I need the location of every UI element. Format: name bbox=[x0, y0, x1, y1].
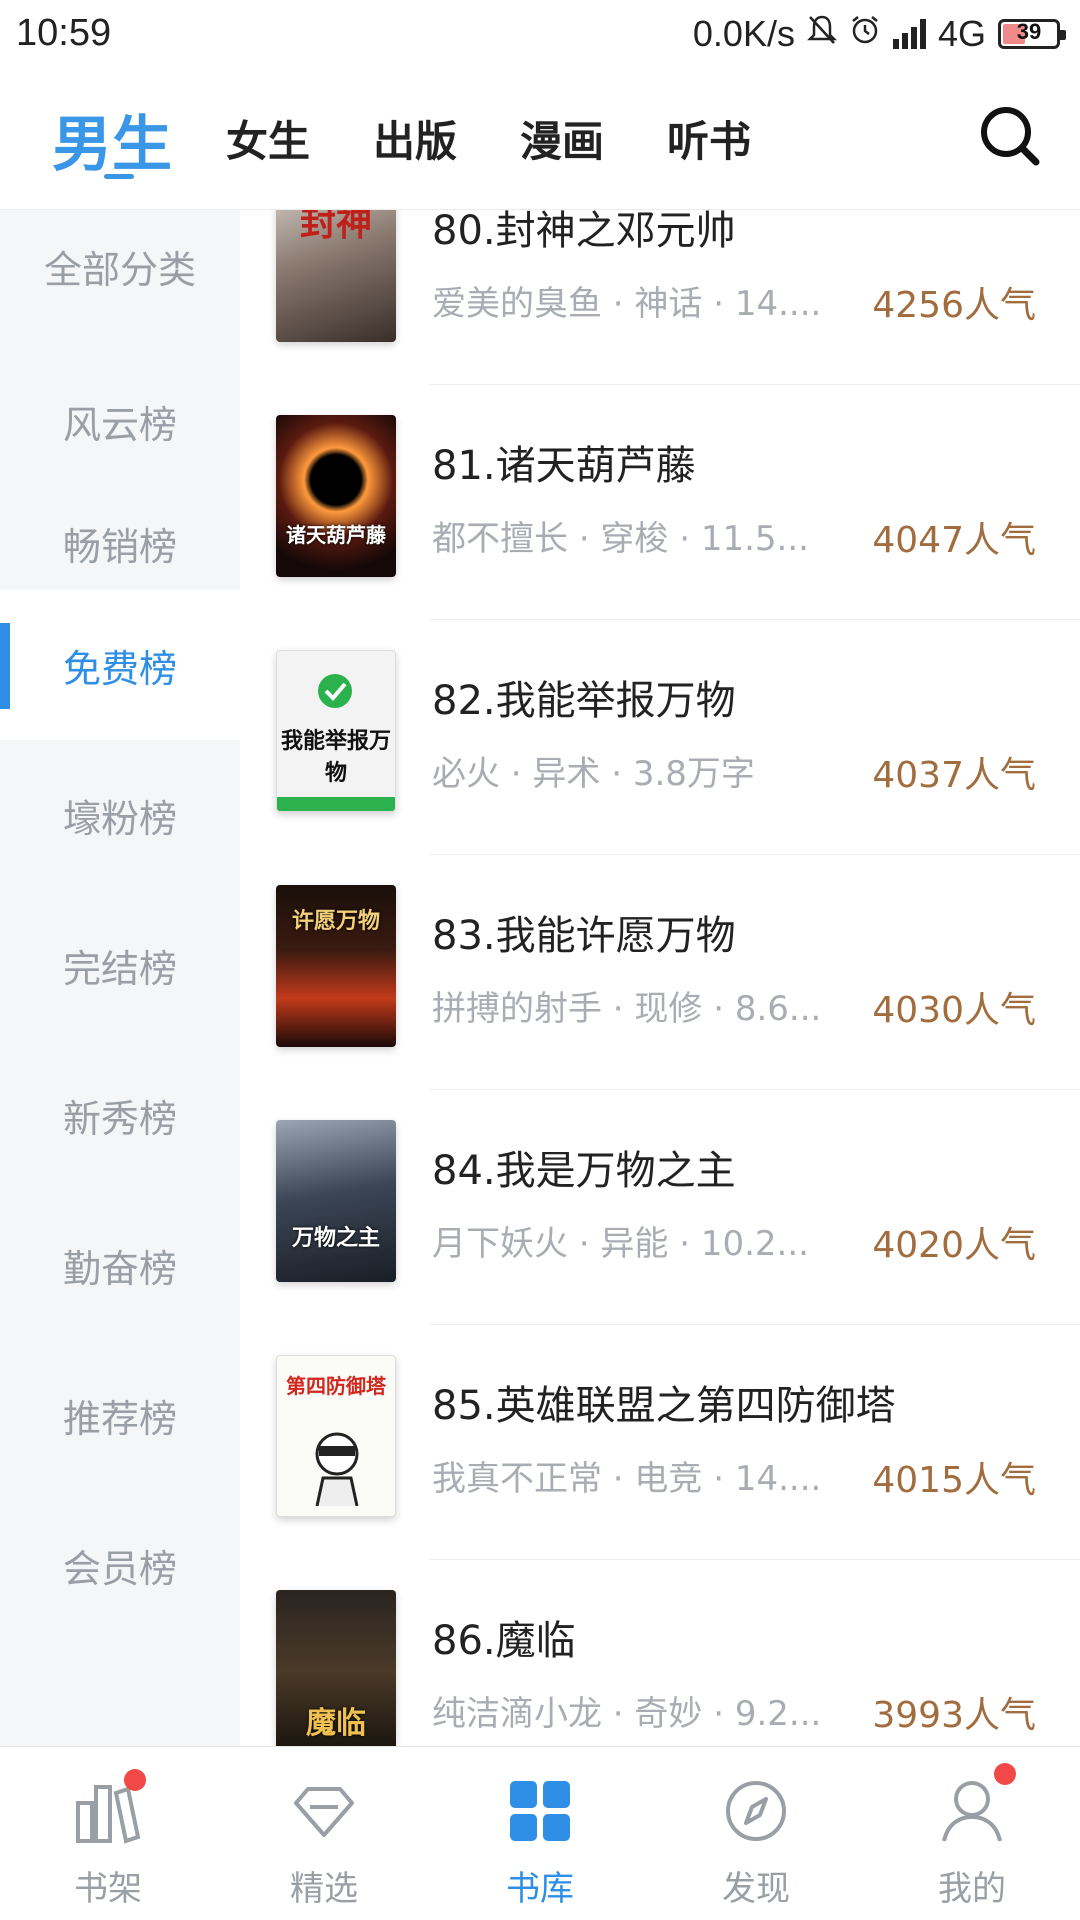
nav-discover[interactable]: 发现 bbox=[648, 1747, 864, 1920]
notification-badge bbox=[124, 1769, 146, 1791]
sidebar-item-label: 推荐榜 bbox=[62, 1396, 177, 1441]
nav-label: 书库 bbox=[506, 1869, 574, 1909]
profile-icon bbox=[936, 1775, 1008, 1847]
sidebar-item-all-categories[interactable]: 全部分类 bbox=[0, 210, 240, 322]
compass-icon bbox=[720, 1775, 792, 1847]
sidebar-item-label: 免费榜 bbox=[62, 646, 177, 691]
sidebar-item-member[interactable]: 会员榜 bbox=[0, 1490, 240, 1640]
alarm-icon bbox=[849, 13, 881, 55]
book-title: 84.我是万物之主 bbox=[432, 1148, 736, 1194]
sidebar-item-label: 壕粉榜 bbox=[62, 796, 177, 841]
book-meta: 都不擅长 · 穿梭 · 11.5... bbox=[432, 519, 809, 559]
book-popularity: 4015人气 bbox=[872, 1460, 1036, 1501]
book-title: 82.我能举报万物 bbox=[432, 678, 736, 724]
active-indicator bbox=[0, 623, 10, 709]
book-cover: 封神 bbox=[276, 210, 396, 342]
sidebar-item-recommended[interactable]: 推荐榜 bbox=[0, 1340, 240, 1490]
book-popularity: 4037人气 bbox=[872, 755, 1036, 796]
book-popularity: 4020人气 bbox=[872, 1225, 1036, 1266]
status-bar: 10:59 0.0K/s 4G 39 bbox=[0, 0, 1080, 70]
active-tab-indicator bbox=[104, 174, 134, 179]
tab-female[interactable]: 女生 bbox=[226, 108, 310, 169]
book-popularity: 4256人气 bbox=[872, 285, 1036, 326]
book-cover: 许愿万物 bbox=[276, 885, 396, 1047]
book-meta: 纯洁滴小龙 · 奇妙 · 9.2... bbox=[432, 1694, 822, 1734]
book-list: 封神 80.封神之邓元帅 爱美的臭鱼 · 神话 · 14.... 4256人气 … bbox=[240, 210, 1080, 1746]
book-popularity: 4030人气 bbox=[872, 990, 1036, 1031]
book-title: 81.诸天葫芦藤 bbox=[432, 443, 696, 489]
nav-label: 我的 bbox=[938, 1869, 1006, 1909]
book-cover: 诸天葫芦藤 bbox=[276, 415, 396, 577]
tab-audiobooks[interactable]: 听书 bbox=[667, 108, 751, 169]
notification-badge bbox=[994, 1763, 1016, 1785]
list-item[interactable]: 万物之主 84.我是万物之主 月下妖火 · 异能 · 10.2... 4020人… bbox=[240, 1090, 1080, 1325]
battery-icon: 39 bbox=[998, 19, 1066, 49]
nav-label: 书架 bbox=[74, 1869, 142, 1909]
list-item[interactable]: 第四防御塔 85.英雄联盟之第四防御塔 我真不正常 · 电竞 · 14.... … bbox=[240, 1325, 1080, 1560]
sidebar-item-label: 完结榜 bbox=[62, 946, 177, 991]
list-item[interactable]: 魔临 86.魔临 纯洁滴小龙 · 奇妙 · 9.2... 3993人气 bbox=[240, 1560, 1080, 1746]
mute-icon bbox=[806, 13, 837, 55]
nav-profile[interactable]: 我的 bbox=[864, 1747, 1080, 1920]
book-meta: 我真不正常 · 电竞 · 14.... bbox=[432, 1459, 822, 1499]
book-cover: 魔临 bbox=[276, 1590, 396, 1746]
nav-label: 发现 bbox=[722, 1869, 790, 1909]
book-cover: 第四防御塔 bbox=[276, 1355, 396, 1517]
sidebar-item-diligent[interactable]: 勤奋榜 bbox=[0, 1190, 240, 1340]
network-type: 4G bbox=[937, 13, 986, 54]
list-item[interactable]: 封神 80.封神之邓元帅 爱美的臭鱼 · 神话 · 14.... 4256人气 bbox=[240, 210, 1080, 385]
grid-icon bbox=[504, 1775, 576, 1847]
nav-library[interactable]: 书库 bbox=[432, 1747, 648, 1920]
sidebar-item-label: 勤奋榜 bbox=[62, 1246, 177, 1291]
bottom-nav: 书架 精选 书库 发现 我的 bbox=[0, 1746, 1080, 1920]
gem-icon bbox=[288, 1775, 360, 1847]
tab-male[interactable]: 男生 bbox=[52, 96, 172, 183]
book-title: 80.封神之邓元帅 bbox=[432, 210, 736, 254]
sidebar-item-label: 全部分类 bbox=[43, 247, 196, 292]
sidebar-item-label: 风云榜 bbox=[62, 402, 177, 447]
sidebar-item-label: 畅销榜 bbox=[62, 524, 177, 569]
book-meta: 必火 · 异术 · 3.8万字 bbox=[432, 754, 755, 794]
sidebar-item-fans[interactable]: 壕粉榜 bbox=[0, 740, 240, 890]
book-title: 83.我能许愿万物 bbox=[432, 913, 736, 959]
sidebar-item-newcomer[interactable]: 新秀榜 bbox=[0, 1040, 240, 1190]
signal-icon bbox=[892, 19, 926, 49]
list-item[interactable]: 许愿万物 83.我能许愿万物 拼搏的射手 · 现修 · 8.6... 4030人… bbox=[240, 855, 1080, 1090]
sidebar-item-label: 新秀榜 bbox=[62, 1096, 177, 1141]
status-indicators: 0.0K/s 4G 39 bbox=[692, 13, 1066, 55]
battery-level: 39 bbox=[1016, 19, 1042, 44]
nav-bookshelf[interactable]: 书架 bbox=[0, 1747, 216, 1920]
top-nav: 男生 女生 出版 漫画 听书 bbox=[0, 70, 1080, 210]
book-title: 85.英雄联盟之第四防御塔 bbox=[432, 1383, 896, 1429]
net-speed: 0.0K/s bbox=[692, 13, 795, 54]
sidebar-item-free[interactable]: 免费榜 bbox=[0, 590, 240, 740]
sidebar-item-label: 会员榜 bbox=[62, 1546, 177, 1591]
tab-comics[interactable]: 漫画 bbox=[520, 108, 604, 169]
search-icon[interactable] bbox=[976, 102, 1042, 168]
nav-label: 精选 bbox=[290, 1869, 358, 1909]
tab-publish[interactable]: 出版 bbox=[373, 108, 457, 169]
list-item[interactable]: 我能举报万物 82.我能举报万物 必火 · 异术 · 3.8万字 4037人气 bbox=[240, 620, 1080, 855]
book-meta: 爱美的臭鱼 · 神话 · 14.... bbox=[432, 284, 822, 324]
book-meta: 拼搏的射手 · 现修 · 8.6... bbox=[432, 989, 822, 1029]
nav-featured[interactable]: 精选 bbox=[216, 1747, 432, 1920]
book-meta: 月下妖火 · 异能 · 10.2... bbox=[432, 1224, 809, 1264]
book-title: 86.魔临 bbox=[432, 1618, 576, 1664]
list-item[interactable]: 诸天葫芦藤 81.诸天葫芦藤 都不擅长 · 穿梭 · 11.5... 4047人… bbox=[240, 385, 1080, 620]
status-time: 10:59 bbox=[16, 12, 112, 54]
book-cover: 万物之主 bbox=[276, 1120, 396, 1282]
sidebar-item-completed[interactable]: 完结榜 bbox=[0, 890, 240, 1040]
book-cover: 我能举报万物 bbox=[276, 650, 396, 812]
book-popularity: 4047人气 bbox=[872, 520, 1036, 561]
book-popularity: 3993人气 bbox=[872, 1695, 1036, 1736]
ranking-sidebar: 全部分类 风云榜 畅销榜 免费榜 壕粉榜 完结榜 新秀榜 勤奋榜 推荐榜 会员榜 bbox=[0, 210, 240, 1746]
